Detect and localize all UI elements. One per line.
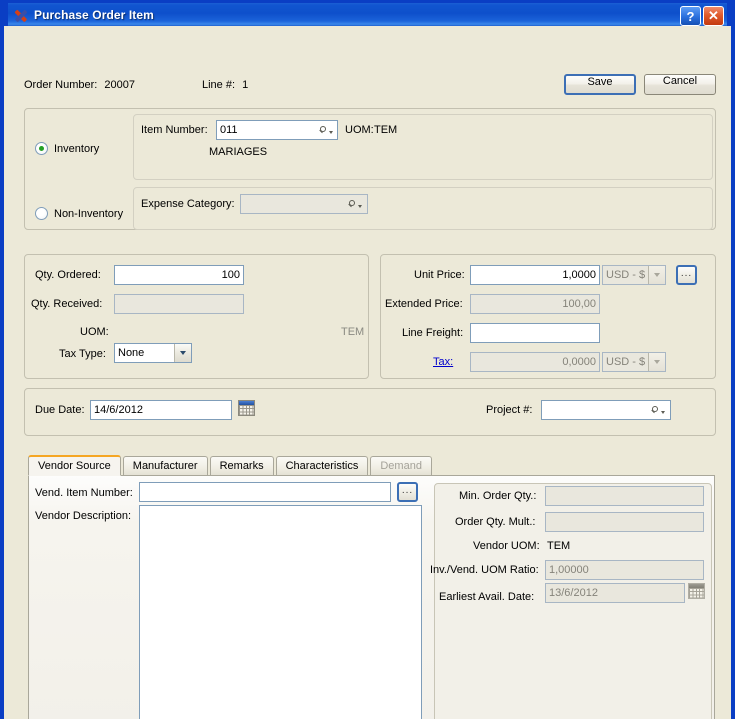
vendor-uom-label: Vendor UOM: bbox=[473, 540, 540, 552]
app-x-icon bbox=[13, 7, 29, 23]
inventory-radio-label[interactable]: Inventory bbox=[54, 143, 99, 155]
tab-remarks[interactable]: Remarks bbox=[209, 456, 274, 475]
order-qty-mult-label: Order Qty. Mult.: bbox=[455, 516, 536, 528]
min-order-qty-label: Min. Order Qty.: bbox=[459, 490, 537, 502]
tax-currency-chevron-down-icon[interactable] bbox=[648, 353, 665, 371]
title-bar: Purchase Order Item ? ✕ bbox=[4, 0, 731, 26]
unit-price-currency-select[interactable]: USD - $ bbox=[602, 265, 666, 285]
close-button[interactable]: ✕ bbox=[703, 6, 724, 26]
save-button[interactable]: Save bbox=[564, 74, 636, 95]
tax-type-label: Tax Type: bbox=[59, 348, 106, 360]
tab-manufacturer[interactable]: Manufacturer bbox=[122, 456, 208, 475]
qty-uom-value: TEM bbox=[341, 326, 365, 338]
expense-category-label: Expense Category: bbox=[141, 198, 235, 210]
tab-demand: Demand bbox=[370, 456, 432, 475]
vend-item-number-more-button[interactable]: ... bbox=[397, 482, 418, 502]
due-date-input[interactable] bbox=[90, 400, 232, 420]
cancel-button[interactable]: Cancel bbox=[644, 74, 716, 95]
tax-input bbox=[470, 352, 600, 372]
inv-vend-ratio-input bbox=[545, 560, 704, 580]
inventory-radio[interactable] bbox=[35, 142, 48, 155]
line-number-value: 1 bbox=[242, 79, 249, 91]
unit-price-input[interactable] bbox=[470, 265, 600, 285]
purchase-order-item-window: Purchase Order Item ? ✕ Order Number: 20… bbox=[0, 0, 735, 719]
extended-price-label: Extended Price: bbox=[385, 298, 463, 310]
vendor-description-textarea[interactable] bbox=[139, 505, 422, 719]
tab-characteristics[interactable]: Characteristics bbox=[275, 456, 369, 475]
tax-currency-value: USD - $ bbox=[606, 356, 646, 368]
tax-type-chevron-down-icon[interactable] bbox=[174, 344, 191, 362]
window-title: Purchase Order Item bbox=[34, 7, 154, 22]
earliest-avail-date-input bbox=[545, 583, 685, 603]
unit-price-more-button[interactable]: ... bbox=[676, 265, 697, 285]
vendor-description-label: Vendor Description: bbox=[35, 510, 131, 522]
item-number-lookup-icon[interactable] bbox=[317, 121, 335, 139]
order-number-label: Order Number: bbox=[24, 79, 98, 91]
qty-ordered-input[interactable] bbox=[114, 265, 244, 285]
line-freight-label: Line Freight: bbox=[402, 327, 464, 339]
qty-received-label: Qty. Received: bbox=[31, 298, 103, 310]
order-number-value: 20007 bbox=[104, 79, 136, 91]
title-bar-buttons: ? ✕ bbox=[680, 6, 724, 26]
vend-item-number-input[interactable] bbox=[139, 482, 391, 502]
inv-vend-ratio-label: Inv./Vend. UOM Ratio: bbox=[430, 564, 539, 576]
project-number-lookup-icon[interactable] bbox=[649, 401, 667, 419]
due-date-label: Due Date: bbox=[35, 404, 85, 416]
line-number-field: Line #: 1 bbox=[202, 79, 248, 91]
tax-currency-select[interactable]: USD - $ bbox=[602, 352, 666, 372]
item-description: MARIAGES bbox=[209, 146, 268, 158]
client-area: Order Number: 20007 Line #: 1 Save Cance… bbox=[4, 26, 731, 719]
item-uom-label: UOM: bbox=[345, 124, 374, 136]
vend-item-number-label: Vend. Item Number: bbox=[35, 487, 133, 499]
tax-type-select[interactable]: None bbox=[114, 343, 192, 363]
non-inventory-radio-label[interactable]: Non-Inventory bbox=[54, 208, 123, 220]
extended-price-input bbox=[470, 294, 600, 314]
order-number-field: Order Number: 20007 bbox=[24, 79, 135, 91]
qty-ordered-label: Qty. Ordered: bbox=[35, 269, 101, 281]
vendor-uom-value: TEM bbox=[547, 540, 571, 552]
unit-price-currency-value: USD - $ bbox=[606, 269, 646, 281]
min-order-qty-input bbox=[545, 486, 704, 506]
item-uom-value: TEM bbox=[374, 124, 398, 136]
line-freight-input[interactable] bbox=[470, 323, 600, 343]
qty-received-input bbox=[114, 294, 244, 314]
line-number-label: Line #: bbox=[202, 79, 236, 91]
qty-uom-label: UOM: bbox=[80, 326, 109, 338]
order-qty-mult-input bbox=[545, 512, 704, 532]
tax-type-value: None bbox=[118, 347, 145, 359]
item-number-label: Item Number: bbox=[141, 124, 208, 136]
unit-price-label: Unit Price: bbox=[414, 269, 465, 281]
tab-vendor-source[interactable]: Vendor Source bbox=[28, 455, 121, 476]
earliest-avail-calendar-icon[interactable] bbox=[688, 583, 705, 599]
non-inventory-radio[interactable] bbox=[35, 207, 48, 220]
tax-link[interactable]: Tax: bbox=[433, 356, 453, 368]
earliest-avail-date-label: Earliest Avail. Date: bbox=[439, 591, 535, 603]
project-number-label: Project #: bbox=[486, 404, 533, 416]
expense-category-lookup-icon[interactable] bbox=[346, 195, 364, 213]
due-date-calendar-icon[interactable] bbox=[238, 400, 255, 416]
tab-strip: Vendor Source Manufacturer Remarks Chara… bbox=[28, 455, 715, 476]
screen: Purchase Order Item ? ✕ Order Number: 20… bbox=[0, 0, 735, 719]
unit-price-currency-chevron-down-icon[interactable] bbox=[648, 266, 665, 284]
help-button[interactable]: ? bbox=[680, 6, 701, 26]
